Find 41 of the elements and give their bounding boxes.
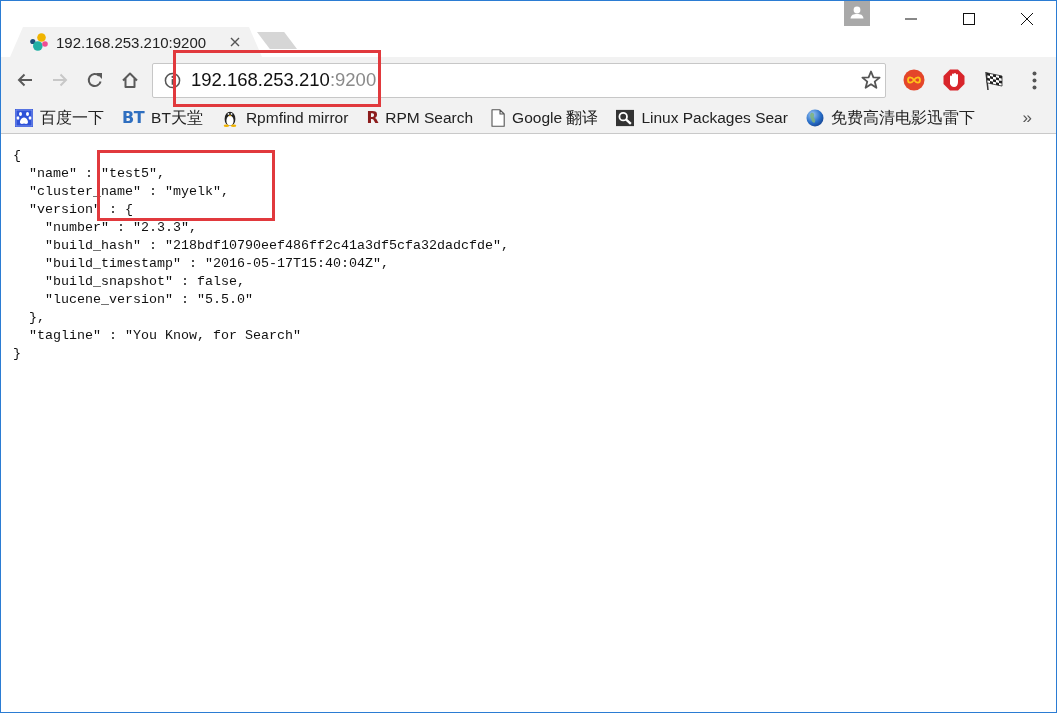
json-line: },	[29, 309, 45, 327]
bookmark-item[interactable]: R RPM Search	[357, 105, 483, 131]
maximize-icon	[963, 13, 975, 25]
reload-icon	[85, 71, 104, 89]
json-line: "name" : "test5",	[29, 165, 165, 183]
left-arrow-icon	[15, 71, 34, 89]
json-line: "tagline" : "You Know, for Search"	[29, 327, 301, 345]
menu-icon[interactable]	[1032, 70, 1037, 90]
bookmark-item[interactable]: Google 翻译	[482, 105, 608, 131]
tab-close-icon[interactable]	[230, 37, 240, 47]
bookmark-item[interactable]: BT BT天堂	[113, 105, 212, 131]
bookmark-item[interactable]: Linux Packages Sear	[607, 105, 797, 131]
address-bar[interactable]: 192.168.253.210:9200	[152, 62, 886, 98]
bookmark-item[interactable]: 百度一下	[6, 105, 113, 131]
json-line: "number" : "2.3.3",	[45, 219, 197, 237]
search-icon	[616, 109, 635, 127]
json-line: "build_hash" : "218bdf10790eef486ff2c41a3df5cfa32dadcfde",	[45, 237, 509, 255]
browser-tab[interactable]: 192.168.253.210:9200	[10, 27, 262, 57]
letter-logo: BT	[122, 109, 145, 127]
paw-icon	[15, 109, 33, 127]
json-line: {	[13, 147, 21, 165]
json-line: }	[13, 345, 21, 363]
json-line: "version" : {	[29, 201, 133, 219]
star-icon[interactable]	[861, 70, 881, 90]
infinity-icon[interactable]	[903, 69, 925, 91]
json-line: "lucene_version" : "5.5.0"	[45, 291, 253, 309]
colored-dots-icon	[30, 33, 48, 51]
globe-icon	[805, 109, 824, 127]
checkered-flag-icon[interactable]	[983, 69, 1005, 91]
letter-logo: R	[366, 109, 379, 127]
home-icon	[120, 71, 139, 89]
bookmark-item[interactable]: 免费高清电影迅雷下	[796, 105, 984, 131]
close-icon	[1021, 13, 1033, 25]
json-line: "build_snapshot" : false,	[45, 273, 245, 291]
bookmark-item[interactable]: Rpmfind mirror	[211, 105, 358, 131]
bookmarks-overflow-button[interactable]: »	[1018, 108, 1036, 128]
right-arrow-icon	[50, 71, 69, 89]
document-icon	[491, 109, 506, 127]
info-icon	[164, 71, 181, 89]
json-line: "build_timestamp" : "2016-05-17T15:40:04Z",	[45, 255, 389, 273]
stop-hand-icon[interactable]	[943, 69, 965, 91]
